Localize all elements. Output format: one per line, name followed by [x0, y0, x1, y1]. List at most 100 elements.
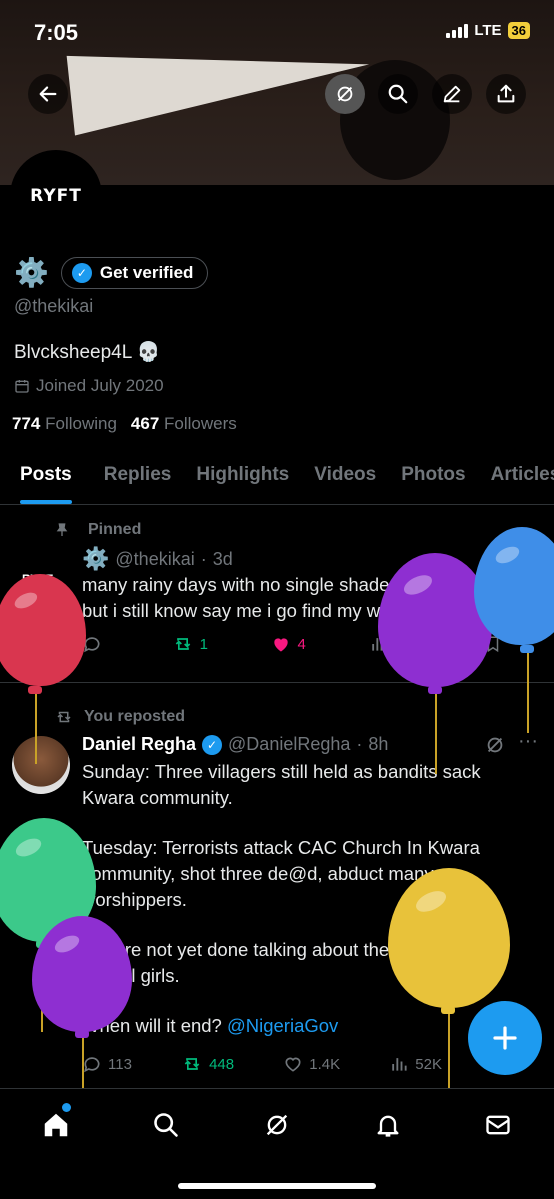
balloon-string: [527, 653, 529, 733]
profile-name-row: ⚙️ ✓ Get verified: [14, 256, 209, 289]
grok-post-button[interactable]: [484, 734, 506, 761]
share-icon: [497, 84, 515, 103]
balloon-yellow: [388, 868, 510, 1008]
follow-stats: 774 Following 467 Followers: [12, 414, 237, 434]
balloon-string: [35, 694, 37, 764]
search-button[interactable]: [378, 74, 418, 114]
joined-date: Joined July 2020: [14, 376, 164, 396]
battery-icon: 36: [507, 22, 530, 39]
repost-author-line: Daniel Regha ✓ @DanielRegha · 8h: [82, 734, 388, 755]
pinned-label: Pinned: [88, 521, 142, 538]
home-indicator: [178, 1183, 376, 1189]
nav-grok[interactable]: [257, 1105, 297, 1145]
views-button[interactable]: 52K: [389, 1054, 442, 1074]
edit-button[interactable]: [432, 74, 472, 114]
more-options-icon[interactable]: ···: [518, 730, 538, 753]
author-name[interactable]: Daniel Regha: [82, 734, 196, 755]
grok-icon: [266, 1114, 288, 1136]
balloon-knot: [75, 1030, 89, 1038]
repost-count: 448: [209, 1055, 235, 1073]
views-icon: [392, 1058, 407, 1071]
repost-indicator: You reposted: [54, 708, 185, 726]
repost-small-icon: [57, 711, 71, 723]
balloon-string: [435, 694, 437, 774]
pencil-icon: [443, 85, 461, 103]
profile-tabs: Posts Replies Highlights Videos Photos A…: [0, 455, 554, 505]
paragraph-1: Sunday: Three villagers still held as ba…: [82, 761, 481, 808]
profile-handle: @thekikai: [14, 296, 94, 316]
nav-home[interactable]: [36, 1103, 76, 1145]
repost-button[interactable]: 1: [172, 634, 208, 654]
balloon-purple-small: [32, 916, 132, 1032]
repost-count: 1: [199, 635, 208, 653]
bottom-navigation: [0, 1088, 554, 1199]
paragraph-4: When will it end? @NigeriaGov: [82, 1013, 522, 1039]
verified-badge-icon: ✓: [71, 262, 92, 283]
status-time: 7:05: [34, 20, 79, 45]
tab-highlights[interactable]: Highlights: [196, 455, 289, 504]
reply-icon: [84, 1057, 100, 1073]
repost-actions: 113 448 1.4K 52K: [82, 1054, 442, 1074]
verified-badge-icon: ✓: [202, 734, 223, 755]
tab-videos[interactable]: Videos: [314, 455, 376, 504]
share-button[interactable]: [486, 74, 526, 114]
search-icon: [154, 1113, 178, 1137]
reply-count: 113: [108, 1055, 132, 1073]
followers-link[interactable]: 467 Followers: [131, 414, 237, 434]
status-bar: 7:05 LTE 36: [0, 0, 554, 60]
mention-link[interactable]: @NigeriaGov: [227, 1015, 338, 1036]
following-link[interactable]: 774 Following: [12, 414, 117, 434]
like-count: 4: [297, 635, 306, 653]
nav-notifications[interactable]: [368, 1105, 408, 1145]
pinned-indicator: Pinned: [54, 521, 141, 539]
pinned-author-line: ⚙️ @thekikai · 3d: [82, 546, 233, 572]
repost-icon: [184, 1058, 200, 1070]
profile-bio: Blvcksheep4L 💀: [14, 342, 161, 363]
grok-button[interactable]: [325, 74, 365, 114]
get-verified-label: Get verified: [99, 262, 194, 282]
pin-icon: [56, 523, 68, 536]
tab-photos[interactable]: Photos: [401, 455, 465, 504]
profile-avatar[interactable]: RYFT: [10, 150, 102, 242]
author-avatar[interactable]: [12, 736, 70, 794]
grok-icon: [487, 737, 503, 753]
grok-icon: [337, 86, 353, 102]
signal-icon: [446, 23, 469, 38]
like-button[interactable]: 4: [271, 634, 306, 654]
joined-label: Joined July 2020: [36, 376, 164, 395]
pinned-post-time: 3d: [212, 548, 233, 569]
repost-time: 8h: [368, 734, 389, 754]
like-count: 1.4K: [309, 1055, 341, 1073]
nav-search[interactable]: [146, 1105, 186, 1145]
mail-icon: [486, 1115, 510, 1135]
balloon-blue: [474, 527, 554, 645]
plus-icon: [493, 1026, 517, 1050]
post-divider: [0, 682, 554, 683]
nav-messages[interactable]: [478, 1105, 518, 1145]
views-count: 52K: [415, 1055, 442, 1073]
notification-dot: [62, 1103, 71, 1112]
balloon-knot: [520, 645, 534, 653]
tab-posts[interactable]: Posts: [20, 455, 72, 504]
balloon-knot: [441, 1006, 455, 1014]
display-name-emoji: ⚙️: [14, 257, 49, 288]
time-separator: ·: [356, 734, 363, 754]
time-separator: ·: [200, 548, 207, 569]
repost-button[interactable]: 448: [181, 1054, 234, 1074]
arrow-left-icon: [39, 86, 57, 102]
reply-button[interactable]: 113: [82, 1054, 132, 1074]
tab-articles[interactable]: Articles: [491, 455, 554, 504]
tab-replies[interactable]: Replies: [104, 455, 172, 504]
compose-button[interactable]: [468, 1001, 542, 1075]
like-button[interactable]: 1.4K: [283, 1054, 340, 1074]
bell-icon: [377, 1115, 399, 1137]
balloon-red: [0, 574, 86, 686]
back-button[interactable]: [28, 74, 68, 114]
balloon-string: [82, 1038, 84, 1088]
balloon-string: [448, 1014, 450, 1088]
heart-icon: [285, 1057, 301, 1072]
network-label: LTE: [474, 22, 502, 39]
get-verified-button[interactable]: ✓ Get verified: [60, 256, 209, 289]
pinned-author-handle[interactable]: @thekikai: [115, 549, 194, 570]
author-handle[interactable]: @DanielRegha: [228, 734, 350, 755]
